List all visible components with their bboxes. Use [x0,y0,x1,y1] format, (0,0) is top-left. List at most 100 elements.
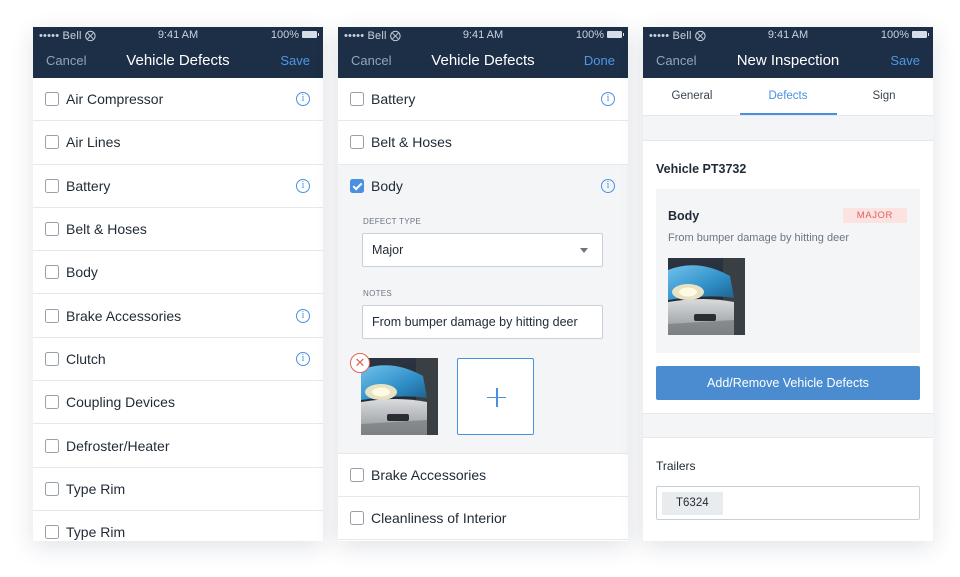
save-button[interactable]: Save [280,53,310,68]
list-item-label: Body [371,178,403,195]
checkbox[interactable] [350,511,364,526]
list-item-label: Belt & Hoses [66,221,147,238]
nav-bar: ••••• Bell ⨂ 9:41 AM 100% Cancel New Ins… [643,27,933,78]
screen-vehicle-defects-edit: ••••• Bell ⨂ 9:41 AM 100% Cancel Vehicle… [338,27,628,541]
list-item-label: Defroster/Heater [66,437,170,454]
defect-type-label: DEFECT TYPE [363,216,422,226]
info-circle-icon[interactable]: i [601,179,615,194]
tab-sign[interactable]: Sign [836,90,932,102]
checkbox[interactable] [45,135,59,150]
checkbox[interactable] [45,395,59,410]
trailer-chip[interactable]: T6324 [662,492,723,515]
severity-badge: MAJOR [842,208,907,223]
list-item-label: Battery [66,177,111,194]
status-bar: ••••• Bell ⨂ 9:41 AM 100% [338,27,628,45]
battery-icon [912,31,929,38]
checkbox-checked[interactable] [350,179,364,194]
checkbox[interactable] [45,351,59,366]
list-item-label: Air Lines [66,134,121,151]
vehicle-title: Vehicle PT3732 [656,162,747,176]
add-remove-defects-button[interactable]: Add/Remove Vehicle Defects [656,366,920,400]
defect-note: From bumper damage by hitting deer [668,232,849,244]
tab-bar: General Defects Sign [643,78,933,116]
battery-percent: 100% [270,29,299,41]
checkbox[interactable] [45,308,59,323]
list-item-label: Air Compressor [66,91,164,108]
info-circle-icon[interactable]: i [296,178,310,193]
info-circle-icon[interactable]: i [601,92,615,107]
remove-circle-icon[interactable]: ✕ [350,352,370,373]
list-item-label: Brake Accessories [371,466,487,483]
checkbox[interactable] [45,222,59,237]
list-item-label: Body [66,264,98,281]
list-item-label: Type Rim [66,524,126,541]
save-button[interactable]: Save [890,53,920,68]
trailers-label: Trailers [656,459,696,473]
battery-indicator: 100% [575,29,624,41]
defect-photo[interactable] [668,258,745,335]
list-item[interactable]: Cleanliness of Interior [338,497,628,541]
list-item-label: Battery [371,91,416,108]
list-item[interactable]: Type Rim [33,468,323,511]
list-item-label: Cleanliness of Interior [371,510,507,527]
list-item[interactable]: Battery i [338,78,628,122]
list-item[interactable]: Body [33,251,323,295]
list-item[interactable]: Belt & Hoses [33,208,323,252]
defect-photo[interactable] [361,358,438,435]
battery-percent: 100% [880,29,909,41]
divider [643,413,933,438]
notes-value: From bumper damage by hitting deer [372,314,578,329]
list-item[interactable]: Defroster/Heater [33,424,323,468]
nav-bar: ••••• Bell ⨂ 9:41 AM 100% Cancel Vehicle… [33,27,323,78]
status-bar: ••••• Bell ⨂ 9:41 AM 100% [643,27,933,45]
checkbox[interactable] [45,438,59,453]
battery-indicator: 100% [880,29,929,41]
checkbox[interactable] [45,481,59,496]
tab-general[interactable]: General [644,90,740,102]
list-item[interactable]: Type Rim [33,511,323,541]
battery-icon [607,31,624,38]
list-item[interactable]: Body i [338,165,628,208]
defect-name: Body [668,209,700,223]
defects-section: Vehicle PT3732 Body MAJOR From bumper da… [643,141,933,541]
list-item[interactable]: Brake Accessories i [33,294,323,338]
checkbox[interactable] [350,467,364,482]
list-item[interactable]: Belt & Hoses [338,121,628,165]
screen-new-inspection: ••••• Bell ⨂ 9:41 AM 100% Cancel New Ins… [643,27,933,541]
battery-indicator: 100% [270,29,319,41]
info-circle-icon[interactable]: i [296,92,310,107]
defect-card[interactable]: Body MAJOR From bumper damage by hitting… [656,189,920,353]
checkbox[interactable] [45,178,59,193]
checkbox[interactable] [350,92,364,107]
checkbox[interactable] [45,525,59,540]
info-circle-icon[interactable]: i [296,351,310,366]
list-item[interactable]: Coupling Devices [33,381,323,425]
list-item[interactable]: Air Compressor i [33,78,323,122]
checkbox[interactable] [45,265,59,280]
trailers-field[interactable]: T6324 [656,486,920,520]
notes-field[interactable]: From bumper damage by hitting deer [362,304,603,339]
add-photo-button[interactable] [457,357,534,435]
checkbox[interactable] [45,92,59,107]
list-item-label: Brake Accessories [66,307,182,324]
list-item-label: Clutch [66,350,106,367]
list-item[interactable]: Clutch i [33,338,323,382]
defect-type-value: Major [372,242,404,257]
list-item[interactable]: Air Lines [33,121,323,165]
screen-vehicle-defects-list: ••••• Bell ⨂ 9:41 AM 100% Cancel Vehicle… [33,27,323,541]
list-item[interactable]: Brake Accessories [338,454,628,497]
info-circle-icon[interactable]: i [296,308,310,323]
active-tab-indicator [740,113,837,115]
chevron-down-icon [580,247,588,253]
notes-label: NOTES [363,288,393,298]
battery-icon [302,31,319,38]
battery-percent: 100% [575,29,604,41]
list-item[interactable]: Battery i [33,165,323,208]
defect-type-select[interactable]: Major [362,232,603,267]
checkbox[interactable] [350,135,364,150]
done-button[interactable]: Done [584,53,615,68]
divider [643,116,933,141]
tab-defects[interactable]: Defects [740,90,836,102]
list-item-label: Belt & Hoses [371,134,452,151]
expanded-defect-item: Body i DEFECT TYPE Major NOTES From bump… [338,164,628,454]
